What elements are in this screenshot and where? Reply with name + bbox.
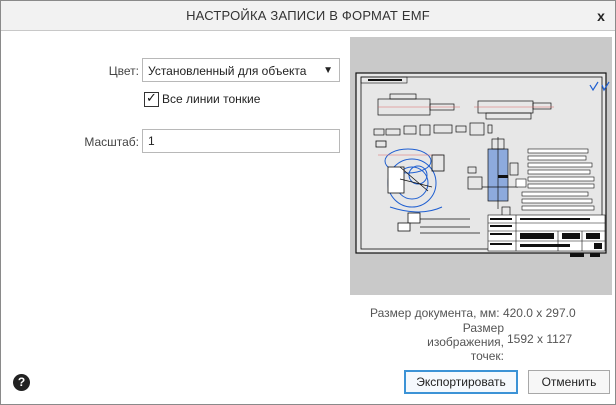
export-emf-dialog: НАСТРОЙКА ЗАПИСИ В ФОРМАТ EMF x Цвет: Ус… <box>0 0 616 405</box>
close-icon: x <box>597 7 605 24</box>
image-size-label-block: Размер изображения, точек: <box>384 321 504 363</box>
image-size-value: 1592 x 1127 <box>507 332 573 346</box>
scale-input[interactable] <box>142 129 340 153</box>
thin-lines-label: Все линии тонкие <box>162 92 261 106</box>
document-size-info: Размер документа, мм: 420.0 x 297.0 <box>370 306 576 320</box>
chevron-down-icon: ▼ <box>323 65 333 76</box>
cancel-button[interactable]: Отменить <box>528 370 610 394</box>
scale-label: Масштаб: <box>84 135 139 149</box>
dialog-title: НАСТРОЙКА ЗАПИСИ В ФОРМАТ EMF <box>186 8 430 23</box>
color-select[interactable]: Установленный для объекта ▼ <box>142 58 340 82</box>
color-label: Цвет: <box>108 64 139 78</box>
color-select-value: Установленный для объекта <box>148 64 307 78</box>
drawing-preview-image <box>355 72 610 257</box>
help-icon[interactable]: ? <box>13 374 30 391</box>
close-button[interactable]: x <box>587 1 615 30</box>
drawing-preview <box>350 37 612 295</box>
check-icon: ✓ <box>146 90 157 105</box>
image-size-label-line2: точек: <box>470 349 504 363</box>
document-size-value: 420.0 x 297.0 <box>502 306 576 320</box>
export-button[interactable]: Экспортировать <box>404 370 518 394</box>
title-bar: НАСТРОЙКА ЗАПИСИ В ФОРМАТ EMF x <box>1 1 615 31</box>
thin-lines-checkbox[interactable]: ✓ <box>144 90 159 107</box>
document-size-label: Размер документа, мм: <box>370 306 500 320</box>
image-size-label-line1: Размер изображения, <box>427 321 504 349</box>
